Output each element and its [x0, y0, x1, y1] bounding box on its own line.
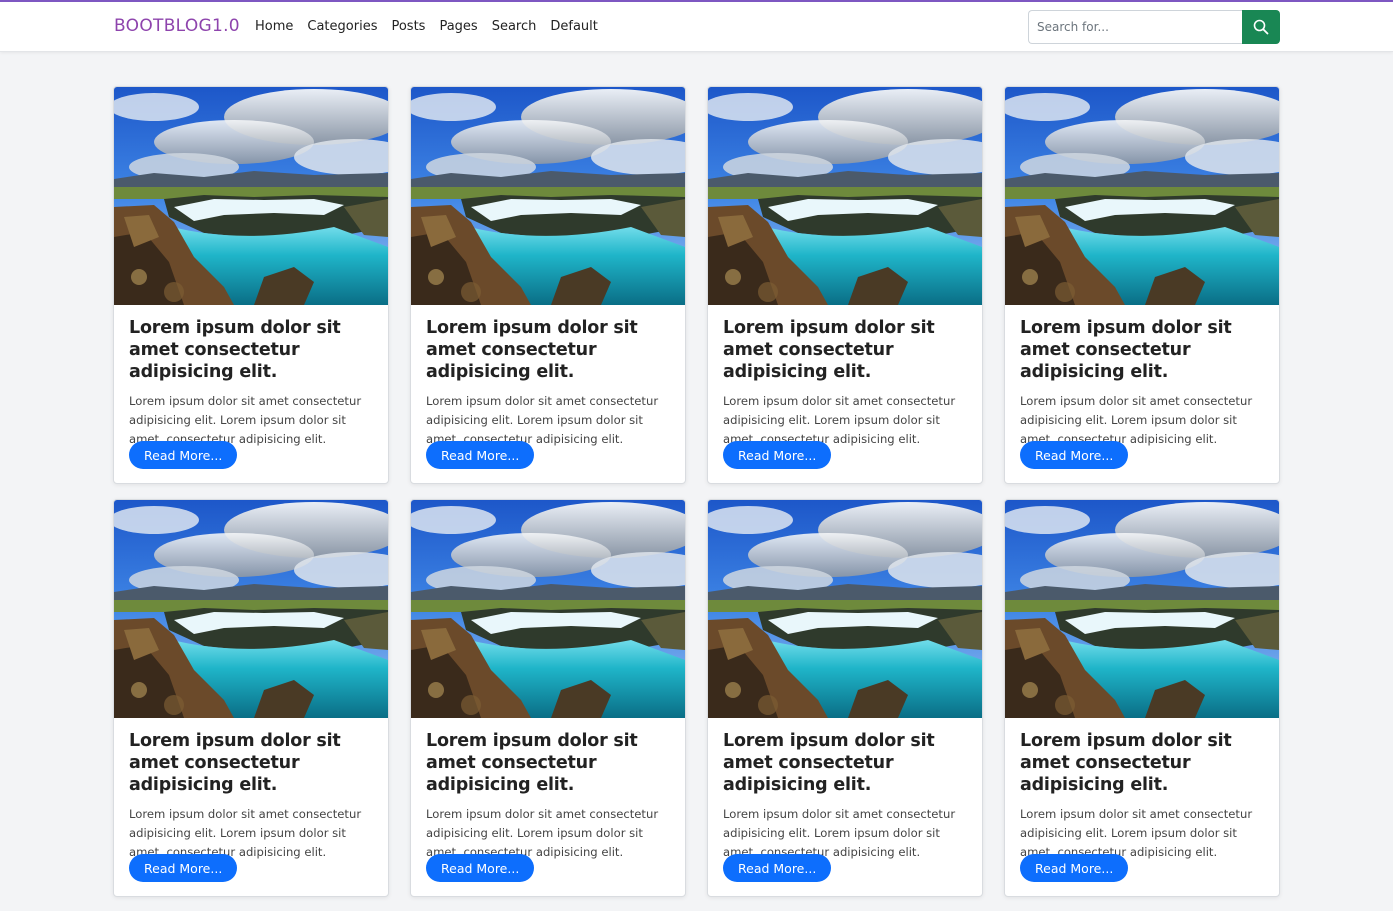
- nav-link-pages[interactable]: Pages: [439, 19, 477, 34]
- card-title: Lorem ipsum dolor sit amet consectetur a…: [723, 731, 935, 795]
- card-image: [708, 500, 982, 718]
- card-title: Lorem ipsum dolor sit amet consectetur a…: [723, 318, 935, 382]
- card-title: Lorem ipsum dolor sit amet consectetur a…: [1020, 731, 1232, 795]
- post-card: Lorem ipsum dolor sit amet consectetur a…: [113, 499, 389, 897]
- read-more-button[interactable]: Read More...: [1020, 854, 1129, 882]
- card-image: [708, 87, 982, 305]
- read-more-button[interactable]: Read More...: [1020, 441, 1129, 469]
- card-title: Lorem ipsum dolor sit amet consectetur a…: [426, 318, 638, 382]
- post-card: Lorem ipsum dolor sit amet consectetur a…: [410, 499, 686, 897]
- navbar: BOOTBLOG1.0 Home Categories Posts Pages …: [0, 0, 1393, 52]
- search-icon: [1253, 19, 1269, 35]
- search-button[interactable]: [1242, 10, 1280, 44]
- post-card: Lorem ipsum dolor sit amet consectetur a…: [707, 86, 983, 484]
- nav-link-default[interactable]: Default: [550, 19, 598, 34]
- card-title: Lorem ipsum dolor sit amet consectetur a…: [1020, 318, 1232, 382]
- brand-logo[interactable]: BOOTBLOG1.0: [114, 16, 240, 36]
- nav-link-search[interactable]: Search: [492, 19, 537, 34]
- card-image: [411, 87, 685, 305]
- card-image: [1005, 500, 1279, 718]
- read-more-button[interactable]: Read More...: [129, 854, 238, 882]
- card-grid: Lorem ipsum dolor sit amet consectetur a…: [113, 86, 1280, 897]
- card-title: Lorem ipsum dolor sit amet consectetur a…: [426, 731, 638, 795]
- nav-link-categories[interactable]: Categories: [307, 19, 377, 34]
- card-image: [114, 87, 388, 305]
- post-card: Lorem ipsum dolor sit amet consectetur a…: [113, 86, 389, 484]
- read-more-button[interactable]: Read More...: [426, 441, 535, 469]
- search-form: [1028, 10, 1280, 44]
- nav-link-home[interactable]: Home: [255, 19, 293, 34]
- brand-text: BOOTBLOG1.0: [114, 16, 240, 36]
- search-input[interactable]: [1028, 10, 1242, 44]
- post-card: Lorem ipsum dolor sit amet consectetur a…: [707, 499, 983, 897]
- post-card: Lorem ipsum dolor sit amet consectetur a…: [1004, 499, 1280, 897]
- read-more-button[interactable]: Read More...: [426, 854, 535, 882]
- post-card: Lorem ipsum dolor sit amet consectetur a…: [410, 86, 686, 484]
- read-more-button[interactable]: Read More...: [723, 441, 832, 469]
- card-image: [1005, 87, 1279, 305]
- post-card: Lorem ipsum dolor sit amet consectetur a…: [1004, 86, 1280, 484]
- read-more-button[interactable]: Read More...: [723, 854, 832, 882]
- nav-link-posts[interactable]: Posts: [391, 19, 425, 34]
- card-title: Lorem ipsum dolor sit amet consectetur a…: [129, 318, 341, 382]
- card-image: [411, 500, 685, 718]
- card-title: Lorem ipsum dolor sit amet consectetur a…: [129, 731, 341, 795]
- read-more-button[interactable]: Read More...: [129, 441, 238, 469]
- card-image: [114, 500, 388, 718]
- nav-links: Home Categories Posts Pages Search Defau…: [255, 19, 612, 34]
